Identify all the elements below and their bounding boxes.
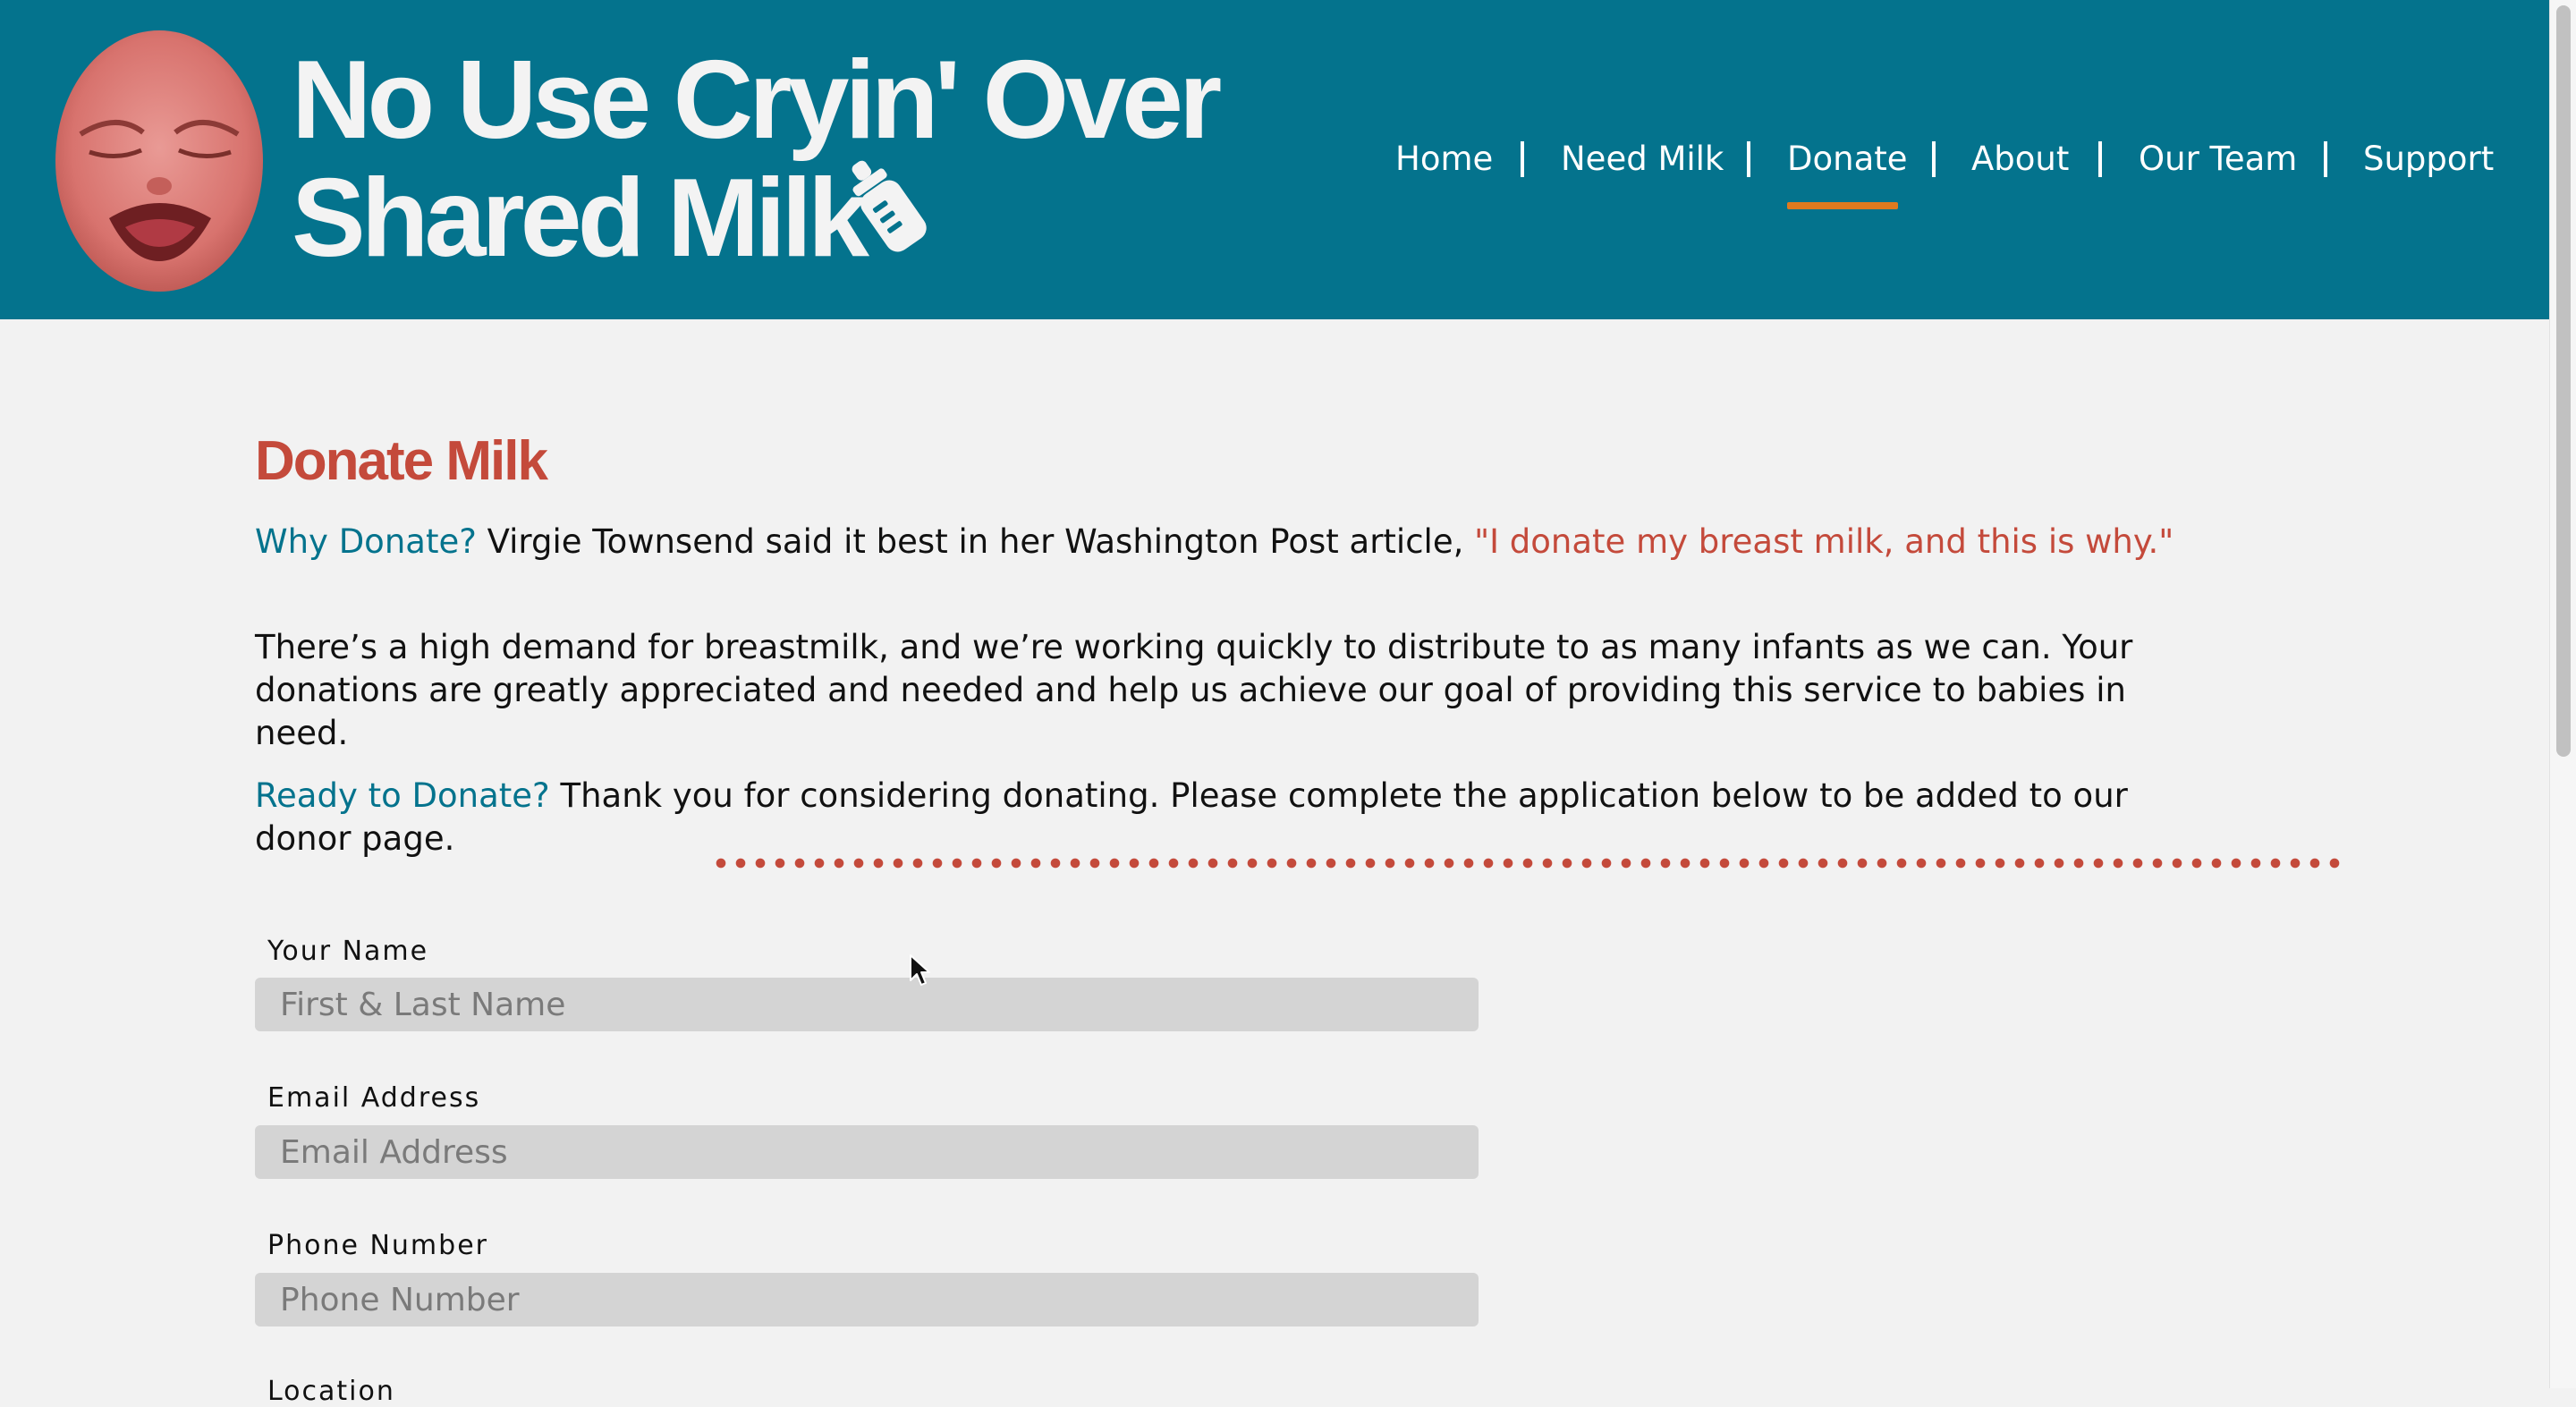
demand-paragraph: There’s a high demand for breastmilk, an… (255, 628, 2133, 752)
why-donate-text: Virgie Townsend said it best in her Wash… (476, 522, 1475, 561)
nav-separator (1521, 141, 1524, 177)
ready-to-donate-paragraph: Ready to Donate? Thank you for consideri… (255, 775, 2223, 860)
phone-label: Phone Number (267, 1230, 488, 1261)
why-donate-lead: Why Donate? (255, 522, 477, 561)
nav-item-support[interactable]: Support (2363, 134, 2494, 184)
site-header: No Use Cryin' Over Shared Milk Home Need… (0, 0, 2549, 319)
nav-separator (2098, 141, 2102, 177)
crying-baby-logo-icon[interactable] (54, 27, 265, 293)
nav-separator (1747, 141, 1750, 177)
dotted-divider (711, 857, 2348, 869)
name-label: Your Name (267, 936, 429, 967)
mouse-cursor-icon (910, 954, 930, 986)
nav-active-indicator (1787, 202, 1898, 209)
site-title-line-1: No Use Cryin' Over (292, 38, 1222, 162)
nav-separator (1932, 141, 1936, 177)
page-title: Donate Milk (255, 430, 548, 492)
why-donate-paragraph: Why Donate? Virgie Townsend said it best… (255, 521, 2223, 564)
site-title[interactable]: No Use Cryin' Over Shared Milk (292, 38, 1222, 280)
nav-item-donate[interactable]: Donate (1787, 134, 1908, 184)
name-input[interactable] (255, 978, 1479, 1031)
location-label: Location (267, 1376, 395, 1407)
email-label: Email Address (267, 1082, 481, 1114)
main-nav: Home Need Milk Donate About Our Team Sup… (1360, 134, 2504, 242)
phone-input[interactable] (255, 1273, 1479, 1326)
nav-separator (2324, 141, 2327, 177)
site-title-line-2: Shared Milk (292, 157, 869, 280)
baby-bottle-icon (852, 160, 927, 252)
email-input[interactable] (255, 1125, 1479, 1179)
ready-to-donate-lead: Ready to Donate? (255, 776, 550, 815)
nav-item-our-team[interactable]: Our Team (2139, 134, 2297, 184)
nav-item-need-milk[interactable]: Need Milk (1561, 134, 1724, 184)
washington-post-article-link[interactable]: "I donate my breast milk, and this is wh… (1474, 522, 2174, 561)
page-scrollbar[interactable] (2549, 0, 2576, 1388)
nav-item-about[interactable]: About (1971, 134, 2069, 184)
scrollbar-thumb[interactable] (2556, 5, 2571, 757)
nav-item-home[interactable]: Home (1395, 134, 1493, 184)
